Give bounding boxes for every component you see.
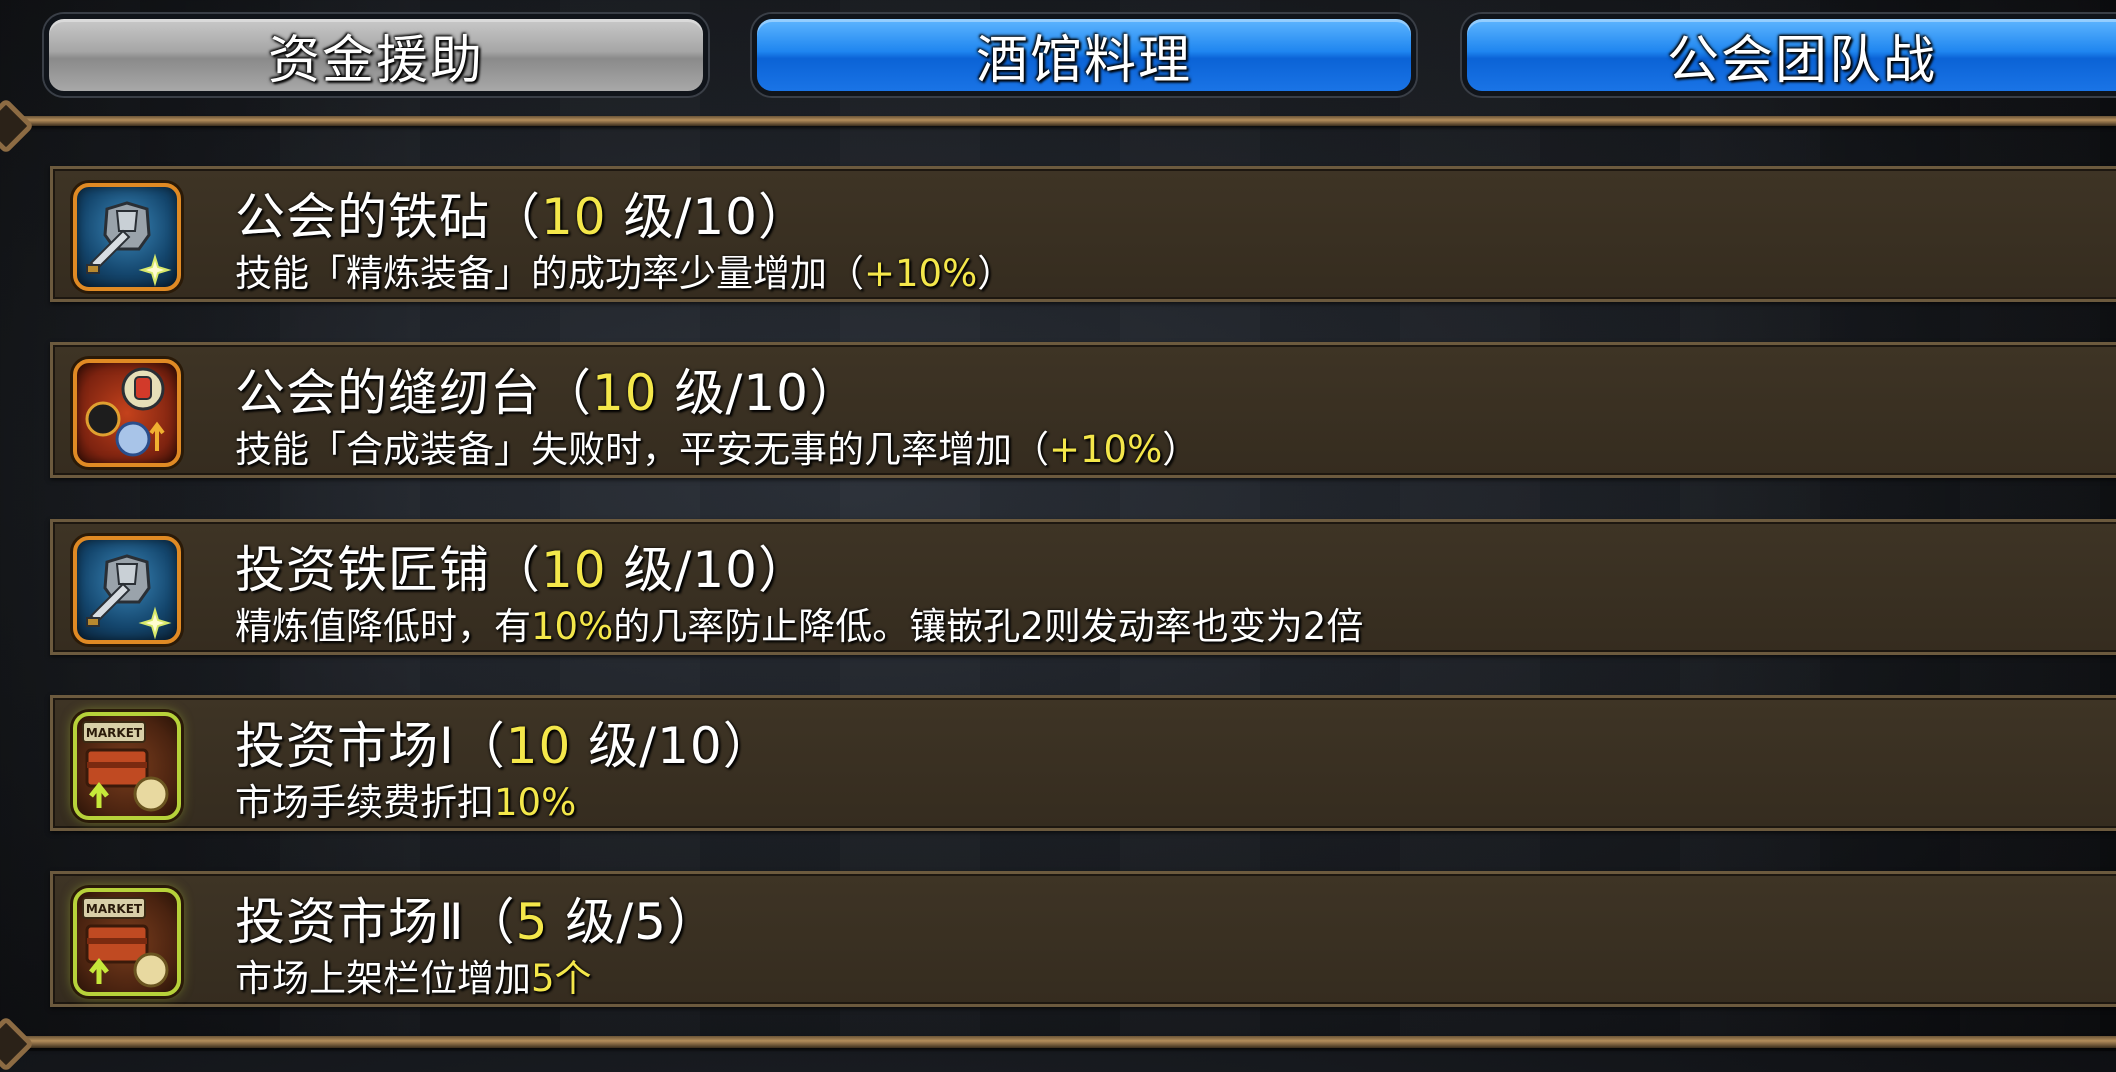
market-sign-text: MARKET <box>86 902 143 916</box>
skill-name: 投资市场Ⅰ <box>235 717 455 775</box>
skill-desc-tail: ） <box>1162 428 1200 471</box>
guild-skill-row[interactable]: 投资铁匠铺（10 级/10） 精炼值降低时，有10%的几率防止降低。镶嵌孔2则发… <box>50 519 2116 655</box>
skill-desc-text: 市场手续费折扣 <box>235 781 494 824</box>
guild-skill-row[interactable]: 公会的缝纫台（10 级/10） 技能「合成装备」失败时，平安无事的几率增加（+1… <box>50 342 2116 478</box>
skill-level: 10 <box>505 717 572 775</box>
skill-level: 10 <box>541 188 607 246</box>
skill-desc-text: 技能「合成装备」失败时，平安无事的几率增加（ <box>235 428 1049 471</box>
skill-desc-tail: 的几率防止降低。镶嵌孔2则发动率也变为2倍 <box>613 605 1364 648</box>
skill-level: 5 <box>515 893 549 951</box>
skill-description: 技能「合成装备」失败时，平安无事的几率增加（+10%） <box>235 419 1199 473</box>
skill-desc-highlight: +10% <box>1049 428 1163 471</box>
skill-desc-text: 精炼值降低时，有 <box>235 605 531 648</box>
skill-desc-highlight: +10% <box>864 252 978 295</box>
skill-desc-text: 市场上架栏位增加 <box>235 957 531 1000</box>
guild-skill-row[interactable]: MARKET 投资市场Ⅱ（5 级/5） 市场上架栏位增加5个 <box>50 871 2116 1007</box>
frame-bottom-bar <box>0 1036 2116 1048</box>
skill-name: 公会的缝纫台 <box>235 364 541 422</box>
skill-title: 投资市场Ⅱ（5 级/5） <box>235 893 718 951</box>
market-icon: MARKET <box>73 712 181 820</box>
skill-title: 公会的铁砧（10 级/10） <box>235 188 809 246</box>
tab-guild-team-battle[interactable]: 公会团队战 <box>1462 14 2116 96</box>
tab-tavern-cuisine[interactable]: 酒馆料理 <box>752 14 1416 96</box>
skill-level-max: 级/10） <box>606 188 809 246</box>
skill-description: 市场上架栏位增加5个 <box>235 948 592 1002</box>
skill-name: 投资铁匠铺 <box>235 541 490 599</box>
anvil-armor-icon <box>73 536 181 644</box>
guild-skill-row[interactable]: MARKET 投资市场Ⅰ（10 级/10） 市场手续费折扣10% <box>50 695 2116 831</box>
market-sign-text: MARKET <box>86 726 143 740</box>
skill-desc-highlight: 10% <box>531 605 614 648</box>
skill-desc-highlight: 10% <box>494 781 577 824</box>
skill-name: 投资市场Ⅱ <box>235 893 465 951</box>
skill-level-max: 级/10） <box>606 541 809 599</box>
skill-level: 10 <box>541 541 607 599</box>
market-icon: MARKET <box>73 888 181 996</box>
guild-skill-row[interactable]: 公会的铁砧（10 级/10） 技能「精炼装备」的成功率少量增加（+10%） <box>50 166 2116 302</box>
skill-title: 投资铁匠铺（10 级/10） <box>235 541 809 599</box>
skill-desc-tail: ） <box>977 252 1015 295</box>
skill-name: 公会的铁砧 <box>235 188 490 246</box>
skill-level-max: 级/10） <box>571 717 774 775</box>
skill-title: 公会的缝纫台（10 级/10） <box>235 364 860 422</box>
skill-title: 投资市场Ⅰ（10 级/10） <box>235 717 774 775</box>
skill-description: 精炼值降低时，有10%的几率防止降低。镶嵌孔2则发动率也变为2倍 <box>235 596 1363 650</box>
skill-description: 市场手续费折扣10% <box>235 772 576 826</box>
skill-desc-highlight: 5个 <box>531 957 592 1000</box>
skill-level: 10 <box>592 364 658 422</box>
skill-level-max: 级/5） <box>548 893 718 951</box>
sewing-table-icon <box>73 359 181 467</box>
anvil-armor-icon <box>73 183 181 291</box>
frame-top-bar <box>0 116 2116 126</box>
skill-description: 技能「精炼装备」的成功率少量增加（+10%） <box>235 243 1014 297</box>
skill-desc-text: 技能「精炼装备」的成功率少量增加（ <box>235 252 864 295</box>
tab-fund-support[interactable]: 资金援助 <box>44 14 708 96</box>
skill-level-max: 级/10） <box>657 364 860 422</box>
